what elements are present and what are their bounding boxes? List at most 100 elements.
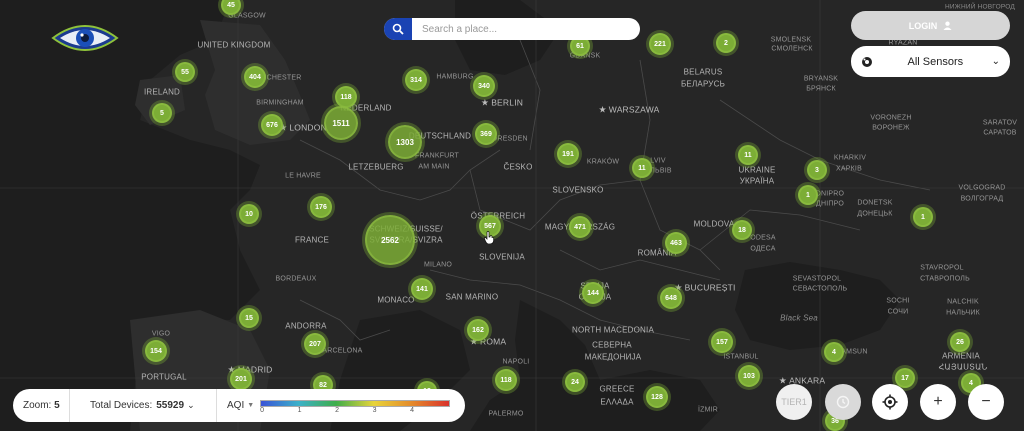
map-label: МАКЕДОНИЈА <box>584 352 642 362</box>
device-cluster-marker[interactable]: 24 <box>565 372 585 392</box>
map-label: САРАТОВ <box>983 129 1017 137</box>
device-cluster-marker[interactable]: 4 <box>824 342 844 362</box>
devices-label: Total Devices: <box>90 400 153 411</box>
map-label: STAVROPOL <box>920 264 964 272</box>
map-label: БРЯНСК <box>806 85 836 93</box>
device-cluster-marker[interactable]: 5 <box>152 103 172 123</box>
map-label: UKRAINE <box>738 165 776 175</box>
device-cluster-marker[interactable]: 18 <box>732 220 752 240</box>
map-label: СЕВАСТОПОЛЬ <box>792 285 848 293</box>
map-label: NAPOLI <box>502 358 530 366</box>
device-cluster-marker[interactable]: 471 <box>569 216 591 238</box>
map-label: СОЧИ <box>887 308 909 316</box>
caret-down-icon: ▼ <box>247 402 255 409</box>
device-cluster-marker[interactable]: 340 <box>473 75 495 97</box>
device-cluster-marker[interactable]: 648 <box>660 287 682 309</box>
device-cluster-marker[interactable]: 1 <box>798 185 818 205</box>
device-cluster-marker[interactable]: 11 <box>632 158 652 178</box>
map-label: NORTH MACEDONIA <box>572 325 654 335</box>
device-cluster-marker[interactable]: 144 <box>582 282 604 304</box>
device-cluster-marker[interactable]: 118 <box>495 369 517 391</box>
eye-logo[interactable] <box>50 20 120 56</box>
device-cluster-marker[interactable]: 1303 <box>388 125 422 159</box>
device-cluster-marker[interactable]: 3 <box>807 160 827 180</box>
devices-value: 55929 <box>156 400 185 411</box>
zoom-out-button[interactable]: − <box>968 384 1004 420</box>
map-label: KHARKIV <box>833 154 867 162</box>
device-cluster-marker[interactable]: 2 <box>716 33 736 53</box>
search-button[interactable] <box>384 18 412 40</box>
map-label: ХАРКІВ <box>836 165 862 173</box>
device-cluster-marker[interactable]: 176 <box>310 196 332 218</box>
map-label: DRESDEN <box>492 135 528 143</box>
device-cluster-marker[interactable]: 207 <box>304 333 326 355</box>
sensor-type-dropdown[interactable]: All Sensors ⌄ <box>851 46 1010 77</box>
map-label: BUCUREȘTI <box>674 283 736 294</box>
map-label: ARMENIA <box>942 351 980 361</box>
device-cluster-marker[interactable]: 2562 <box>365 215 415 265</box>
login-button[interactable]: LOGIN <box>851 11 1010 40</box>
map-label: ČESKO <box>503 162 533 172</box>
map-label: BRYANSK <box>803 75 839 83</box>
map-label: ЛЬВІВ <box>650 167 672 175</box>
minus-icon: − <box>981 393 991 410</box>
device-cluster-marker[interactable]: 128 <box>646 386 668 408</box>
device-cluster-marker[interactable]: 15 <box>239 308 259 328</box>
map-label: PORTUGAL <box>141 372 187 382</box>
history-button[interactable] <box>825 384 861 420</box>
map-label: SAN MARINO <box>445 292 499 302</box>
map-label: VORONEZH <box>870 114 912 122</box>
map-label: FRANCE <box>294 235 330 245</box>
aqi-tick-label: 3 <box>372 406 377 414</box>
map-label: БЕЛАРУСЬ <box>680 79 726 89</box>
device-cluster-marker[interactable]: 369 <box>475 123 497 145</box>
aqi-color-scale: 0 1 2 3 4 <box>260 397 451 415</box>
device-cluster-marker[interactable]: 162 <box>467 319 489 341</box>
device-cluster-marker[interactable]: 201 <box>230 368 252 390</box>
search-input[interactable] <box>420 22 624 36</box>
device-cluster-marker[interactable]: 26 <box>950 332 970 352</box>
device-cluster-marker[interactable]: 154 <box>145 340 167 362</box>
map-label: NALCHIK <box>947 298 979 306</box>
locate-me-button[interactable] <box>872 384 908 420</box>
device-cluster-marker[interactable]: 463 <box>665 232 687 254</box>
aqi-tick-label: 1 <box>297 406 302 414</box>
device-cluster-marker[interactable]: 55 <box>175 62 195 82</box>
device-cluster-marker[interactable]: 404 <box>244 66 266 88</box>
map-label: ОДЕСА <box>750 245 776 253</box>
total-devices-dropdown[interactable]: Total Devices: 55929 ⌄ <box>70 400 216 411</box>
zoom-in-button[interactable]: + <box>920 384 956 420</box>
map-label: IRELAND <box>143 87 181 97</box>
device-cluster-marker[interactable]: 191 <box>557 143 579 165</box>
map-label: LE HAVRE <box>285 172 321 180</box>
map-label: MILANO <box>423 261 453 269</box>
device-cluster-marker[interactable]: 1511 <box>324 106 358 140</box>
device-cluster-marker[interactable]: 118 <box>335 86 357 108</box>
device-cluster-marker[interactable]: 11 <box>738 145 758 165</box>
device-cluster-marker[interactable]: 141 <box>411 278 433 300</box>
map-label: Black Sea <box>780 313 818 323</box>
map-label: BELARUS <box>683 67 723 77</box>
zoom-value: 5 <box>54 400 60 411</box>
tier-button[interactable]: TIER1 <box>776 384 812 420</box>
map-label: SLOVENSKO <box>552 185 604 195</box>
device-cluster-marker[interactable]: 676 <box>261 114 283 136</box>
device-cluster-marker[interactable]: 157 <box>711 331 733 353</box>
aqi-legend[interactable]: AQI ▼ 0 1 2 3 4 <box>217 397 451 415</box>
search-bar[interactable] <box>384 18 640 40</box>
map-label: BORDEAUX <box>275 275 317 283</box>
map-label: UNITED KINGDOM <box>197 40 271 50</box>
device-cluster-marker[interactable]: 221 <box>649 33 671 55</box>
map-label: ВОРОНЕЖ <box>872 124 910 132</box>
device-cluster-marker[interactable]: 314 <box>405 69 427 91</box>
map-label: SMOLENSK <box>770 36 812 44</box>
device-cluster-marker[interactable]: 103 <box>738 365 760 387</box>
device-cluster-marker[interactable]: 1 <box>913 207 933 227</box>
history-icon <box>836 395 850 409</box>
map-label: LETZEBUERG <box>348 162 404 172</box>
aqi-label: AQI <box>227 400 245 411</box>
map-label: ДОНЕЦЬК <box>857 210 893 218</box>
map-label: СЕВЕРНА <box>592 340 632 350</box>
map-label: MOLDOVA <box>693 219 735 229</box>
device-cluster-marker[interactable]: 10 <box>239 204 259 224</box>
